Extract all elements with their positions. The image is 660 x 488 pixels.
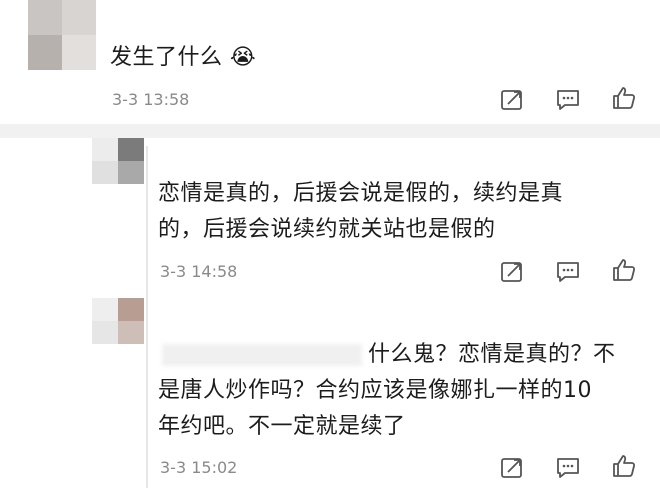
comment-text: 是唐人炒作吗？合约应该是像娜扎一样的10: [158, 378, 592, 403]
avatar[interactable]: [92, 138, 144, 184]
comment-timestamp: 3-3 14:58: [160, 262, 238, 281]
avatar[interactable]: [92, 298, 144, 344]
thumbs-up-icon[interactable]: [612, 258, 636, 282]
comment-icon[interactable]: [556, 88, 580, 112]
share-icon[interactable]: [500, 260, 524, 284]
share-icon[interactable]: [500, 456, 524, 480]
comment-icon[interactable]: [556, 456, 580, 480]
comment-timestamp: 3-3 13:58: [112, 90, 190, 109]
thumbs-up-icon[interactable]: [612, 86, 636, 110]
comment-text: 的，后援会说续约就关站也是假的: [158, 217, 496, 242]
avatar[interactable]: [28, 0, 96, 70]
thumbs-up-icon[interactable]: [612, 454, 636, 478]
share-icon[interactable]: [500, 88, 524, 112]
comment-text: 发生了什么 😭: [110, 45, 257, 70]
username-redacted: [162, 344, 362, 366]
comment-text: 什么鬼？恋情是真的？不: [368, 342, 616, 367]
comment-timestamp: 3-3 15:02: [160, 458, 238, 477]
comment-text: 年约吧。不一定就是续了: [158, 414, 406, 439]
divider: [0, 124, 660, 138]
comment-text: 恋情是真的，后援会说是假的，续约是真: [158, 181, 564, 206]
reply-thread-line: [146, 146, 148, 488]
comment-icon[interactable]: [556, 260, 580, 284]
